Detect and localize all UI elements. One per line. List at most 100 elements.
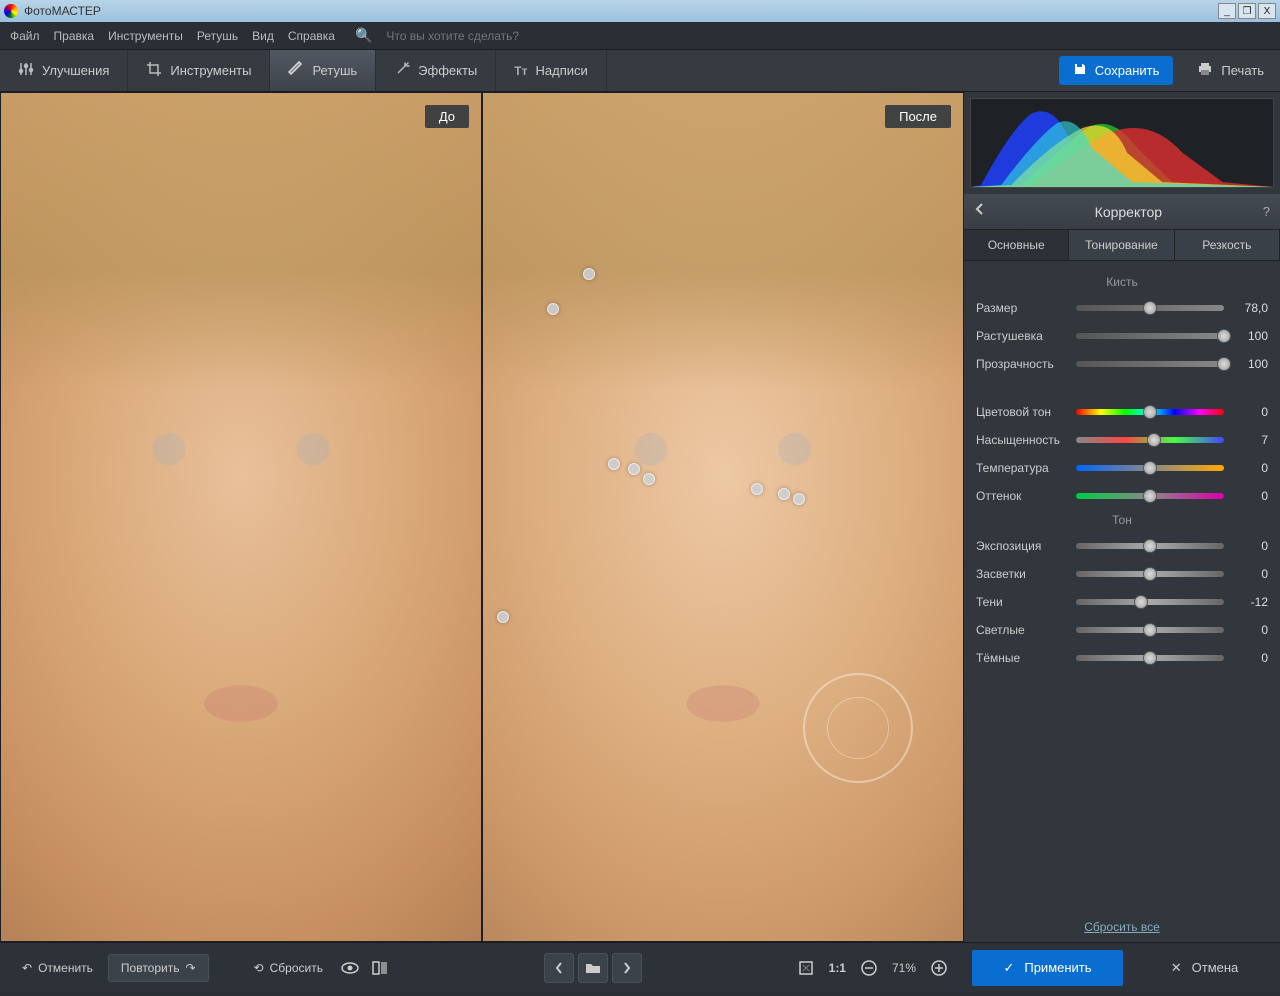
save-button[interactable]: Сохранить [1059, 56, 1174, 85]
control-point[interactable] [583, 268, 595, 280]
tab-label: Улучшения [42, 63, 109, 78]
slider-value: 7 [1232, 433, 1268, 447]
slider-thumb[interactable] [1217, 357, 1231, 371]
prev-image-button[interactable] [544, 953, 574, 983]
print-button[interactable]: Печать [1181, 50, 1280, 91]
slider-thumb[interactable] [1217, 329, 1231, 343]
next-image-button[interactable] [612, 953, 642, 983]
histogram[interactable] [970, 98, 1274, 188]
slider-track[interactable] [1076, 627, 1224, 633]
slider-thumb[interactable] [1143, 651, 1157, 665]
slider-thumb[interactable] [1143, 623, 1157, 637]
search-icon: 🔍 [355, 27, 372, 44]
reset-button[interactable]: ⟲ Сбросить [242, 955, 335, 981]
slider-thumb[interactable] [1134, 595, 1148, 609]
tone-slider-row: Светлые0 [976, 619, 1268, 641]
control-point[interactable] [793, 493, 805, 505]
check-icon: ✓ [1003, 960, 1014, 976]
help-button[interactable]: ? [1263, 204, 1270, 219]
slider-value: 0 [1232, 405, 1268, 419]
menu-view[interactable]: Вид [252, 29, 274, 43]
tab-tools[interactable]: Инструменты [128, 50, 270, 91]
redo-button[interactable]: Повторить ↷ [108, 954, 209, 982]
tab-text[interactable]: Tт Надписи [496, 50, 607, 91]
slider-track[interactable] [1076, 655, 1224, 661]
tab-enhance[interactable]: Улучшения [0, 50, 128, 91]
slider-track[interactable] [1076, 409, 1224, 415]
control-point[interactable] [608, 458, 620, 470]
zoom-out-button[interactable] [854, 953, 884, 983]
slider-thumb[interactable] [1143, 567, 1157, 581]
zoom-percentage[interactable]: 71% [884, 961, 924, 975]
slider-value: -12 [1232, 595, 1268, 609]
control-point[interactable] [628, 463, 640, 475]
brush-slider-row: Размер78,0 [976, 297, 1268, 319]
minimize-button[interactable]: _ [1218, 3, 1236, 19]
search-input[interactable] [386, 29, 586, 43]
slider-track[interactable] [1076, 543, 1224, 549]
color-slider-row: Температура0 [976, 457, 1268, 479]
slider-thumb[interactable] [1143, 301, 1157, 315]
menu-retouch[interactable]: Ретушь [197, 29, 238, 43]
control-point[interactable] [497, 611, 509, 623]
slider-track[interactable] [1076, 333, 1224, 339]
slider-label: Размер [976, 301, 1068, 315]
slider-track[interactable] [1076, 599, 1224, 605]
control-point[interactable] [778, 488, 790, 500]
control-point[interactable] [547, 303, 559, 315]
zoom-in-button[interactable] [924, 953, 954, 983]
control-point[interactable] [751, 483, 763, 495]
reset-label: Сбросить [270, 961, 323, 975]
subtab-basic[interactable]: Основные [964, 230, 1069, 260]
reset-all-link[interactable]: Сбросить все [964, 912, 1280, 942]
preview-toggle-button[interactable] [335, 953, 365, 983]
color-slider-row: Оттенок0 [976, 485, 1268, 507]
sliders-icon [18, 61, 34, 80]
before-image: До [1, 93, 481, 941]
color-slider-row: Цветовой тон0 [976, 401, 1268, 423]
reset-icon: ⟲ [254, 961, 264, 975]
tone-slider-row: Тёмные0 [976, 647, 1268, 669]
slider-thumb[interactable] [1143, 461, 1157, 475]
apply-button[interactable]: ✓ Применить [972, 950, 1123, 986]
zoom-ratio-button[interactable]: 1:1 [821, 961, 854, 975]
slider-track[interactable] [1076, 361, 1224, 367]
app-title: ФотоМАСТЕР [24, 4, 101, 18]
compare-toggle-button[interactable] [365, 953, 395, 983]
undo-label: Отменить [38, 961, 93, 975]
slider-track[interactable] [1076, 571, 1224, 577]
slider-track[interactable] [1076, 305, 1224, 311]
slider-track[interactable] [1076, 493, 1224, 499]
print-icon [1197, 61, 1213, 80]
close-button[interactable]: X [1258, 3, 1276, 19]
canvas-area[interactable]: До После [0, 92, 964, 942]
slider-thumb[interactable] [1147, 433, 1161, 447]
menu-bar: Файл Правка Инструменты Ретушь Вид Справ… [0, 22, 1280, 50]
slider-value: 0 [1232, 489, 1268, 503]
tab-retouch[interactable]: Ретушь [270, 50, 376, 91]
after-image[interactable]: После [483, 93, 963, 941]
undo-button[interactable]: ↶ Отменить [10, 955, 105, 981]
menu-tools[interactable]: Инструменты [108, 29, 183, 43]
subtab-sharpness[interactable]: Резкость [1175, 230, 1280, 260]
subtab-toning[interactable]: Тонирование [1069, 230, 1174, 260]
control-point[interactable] [643, 473, 655, 485]
maximize-button[interactable]: ❐ [1238, 3, 1256, 19]
open-folder-button[interactable] [578, 953, 608, 983]
slider-thumb[interactable] [1143, 489, 1157, 503]
slider-thumb[interactable] [1143, 405, 1157, 419]
tone-section-label: Тон [976, 513, 1268, 527]
slider-value: 0 [1232, 623, 1268, 637]
redo-label: Повторить [121, 961, 180, 975]
slider-thumb[interactable] [1143, 539, 1157, 553]
menu-help[interactable]: Справка [288, 29, 335, 43]
menu-file[interactable]: Файл [10, 29, 40, 43]
slider-track[interactable] [1076, 465, 1224, 471]
back-button[interactable] [974, 202, 994, 221]
tab-effects[interactable]: Эффекты [376, 50, 496, 91]
redo-icon: ↷ [185, 961, 195, 975]
slider-track[interactable] [1076, 437, 1224, 443]
cancel-button[interactable]: ✕ Отмена [1129, 950, 1280, 986]
menu-edit[interactable]: Правка [54, 29, 95, 43]
fit-screen-button[interactable] [791, 953, 821, 983]
